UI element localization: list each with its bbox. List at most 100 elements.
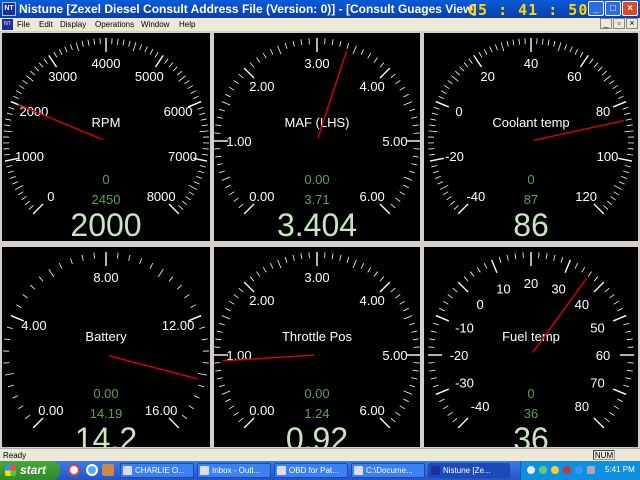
- minor-tick: [172, 66, 178, 72]
- minor-tick: [367, 266, 372, 273]
- minor-tick: [198, 384, 205, 388]
- tick-label: 20: [480, 69, 494, 84]
- task-documents[interactable]: C:\Docume...: [351, 463, 425, 478]
- minor-tick: [22, 80, 28, 85]
- minor-tick: [403, 398, 409, 403]
- minor-tick: [411, 116, 418, 119]
- minor-tick: [339, 254, 342, 261]
- minor-tick: [430, 330, 437, 333]
- quicklaunch-ie-icon[interactable]: [86, 464, 98, 476]
- minor-tick: [459, 66, 465, 72]
- minor-tick: [621, 175, 628, 179]
- major-tick: [593, 203, 605, 215]
- minor-tick: [483, 263, 488, 269]
- start-label: start: [20, 463, 47, 477]
- minor-tick: [188, 184, 198, 190]
- gauge-peak-value: 1.24: [304, 406, 329, 421]
- minor-tick: [610, 196, 616, 201]
- tray-update-icon[interactable]: [575, 466, 583, 474]
- minor-tick: [215, 155, 222, 158]
- minor-tick: [613, 300, 620, 305]
- menu-help[interactable]: Help: [179, 20, 195, 29]
- menu-edit[interactable]: Edit: [39, 20, 53, 29]
- app-icon[interactable]: NT: [2, 2, 16, 16]
- tick-label: 8.00: [93, 270, 118, 285]
- minor-tick: [216, 377, 223, 380]
- minor-tick: [181, 414, 188, 420]
- minor-tick: [43, 58, 48, 64]
- tray-antivirus-icon[interactable]: [563, 466, 571, 474]
- minimize-button[interactable]: _: [588, 1, 604, 16]
- minor-tick: [149, 49, 154, 55]
- minor-tick: [569, 46, 573, 53]
- minor-tick: [69, 44, 73, 51]
- mdi-close-button[interactable]: ×: [626, 18, 638, 29]
- minor-tick: [506, 40, 509, 47]
- minor-tick: [618, 181, 625, 185]
- tray-shield-icon[interactable]: [527, 466, 535, 474]
- task-charlie[interactable]: CHARLIE O...: [120, 463, 194, 478]
- minor-tick: [30, 284, 36, 290]
- major-tick: [435, 388, 450, 396]
- menu-window[interactable]: Window: [141, 20, 169, 29]
- menu-file[interactable]: File: [17, 20, 30, 29]
- tray-network-icon[interactable]: [539, 466, 547, 474]
- minor-tick: [574, 263, 579, 269]
- minor-tick: [625, 330, 632, 333]
- task-obd[interactable]: OBD for Pat...: [274, 463, 348, 478]
- minor-tick: [4, 338, 11, 341]
- minor-tick: [463, 276, 469, 282]
- minor-tick: [613, 184, 623, 190]
- tick-label: 40: [524, 56, 538, 71]
- minor-tick: [411, 163, 418, 166]
- minor-tick: [221, 101, 231, 106]
- quicklaunch-browser-icon[interactable]: [68, 464, 80, 476]
- menu-operations[interactable]: Operations: [95, 20, 134, 29]
- minor-tick: [379, 276, 385, 282]
- quicklaunch-desktop-icon[interactable]: [102, 464, 114, 476]
- minor-tick: [188, 405, 195, 410]
- minor-tick: [373, 271, 378, 277]
- task-label: Nistune [Ze...: [443, 466, 491, 475]
- title-bar[interactable]: NT Nistune [Zexel Diesel Consult Address…: [0, 0, 640, 19]
- minor-tick: [346, 256, 350, 263]
- major-tick: [490, 259, 498, 274]
- task-inbox[interactable]: Inbox - Outl...: [197, 463, 271, 478]
- mdi-restore-button[interactable]: ▫: [613, 18, 625, 29]
- start-button[interactable]: start: [0, 461, 60, 480]
- minor-tick: [390, 73, 396, 79]
- minor-tick: [613, 405, 620, 410]
- mdi-child-icon[interactable]: NT: [2, 19, 13, 30]
- tick-label: 6.00: [359, 189, 384, 204]
- minor-tick: [390, 203, 396, 209]
- gauge-peak-value: 3.71: [304, 192, 329, 207]
- minor-tick: [24, 414, 31, 420]
- minor-tick: [4, 124, 11, 127]
- mdi-minimize-button[interactable]: _: [600, 18, 612, 29]
- minor-tick: [430, 377, 437, 380]
- tray-power-icon[interactable]: [551, 466, 559, 474]
- minor-tick: [238, 203, 244, 209]
- gauge-dial: -40-30-20-10010 20 304050607080Fuel temp03…: [428, 252, 634, 447]
- taskbar-clock[interactable]: 5:41 PM: [605, 465, 635, 474]
- close-button[interactable]: ×: [622, 1, 638, 16]
- tick-label: 4.00: [359, 79, 384, 94]
- major-tick: [457, 203, 469, 215]
- minor-tick: [262, 266, 267, 273]
- minor-tick: [277, 259, 282, 269]
- task-nistune[interactable]: Nistune [Ze...: [428, 463, 510, 478]
- tray-volume-icon[interactable]: [587, 466, 595, 474]
- gauge-label: Coolant temp: [492, 115, 569, 130]
- minor-tick: [438, 95, 444, 100]
- maximize-button[interactable]: □: [605, 1, 621, 16]
- minor-tick: [228, 191, 235, 196]
- tick-label: 0.00: [249, 189, 274, 204]
- minor-tick: [218, 322, 225, 326]
- menu-display[interactable]: Display: [60, 20, 86, 29]
- task-label: OBD for Pat...: [289, 466, 339, 475]
- folder-icon: [354, 466, 363, 475]
- minor-tick: [339, 40, 342, 47]
- tick-label: 80: [575, 399, 589, 414]
- minor-tick: [185, 196, 191, 201]
- minor-tick: [625, 118, 632, 121]
